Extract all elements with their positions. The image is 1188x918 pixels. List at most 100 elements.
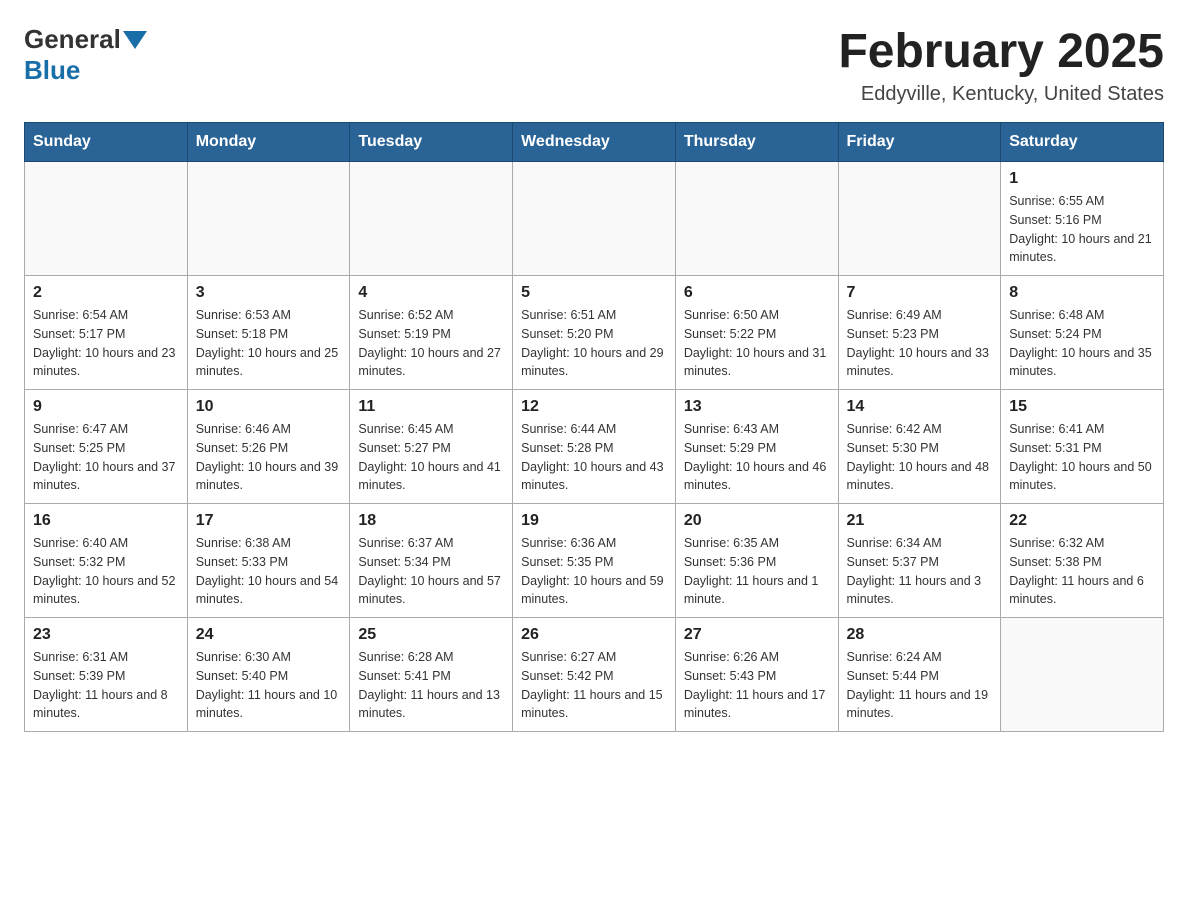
calendar-day-cell: 11 Sunrise: 6:45 AMSunset: 5:27 PMDayligh… [350, 390, 513, 504]
day-info: Sunrise: 6:45 AMSunset: 5:27 PMDaylight:… [358, 420, 504, 495]
day-number: 23 [33, 626, 179, 644]
day-number: 4 [358, 284, 504, 302]
calendar-day-cell: 24 Sunrise: 6:30 AMSunset: 5:40 PMDayligh… [187, 618, 350, 732]
calendar-week-row: 16 Sunrise: 6:40 AMSunset: 5:32 PMDayligh… [25, 504, 1164, 618]
calendar-day-cell [25, 162, 188, 276]
calendar-day-cell: 26 Sunrise: 6:27 AMSunset: 5:42 PMDayligh… [513, 618, 676, 732]
day-info: Sunrise: 6:42 AMSunset: 5:30 PMDaylight:… [847, 420, 993, 495]
day-info: Sunrise: 6:28 AMSunset: 5:41 PMDaylight:… [358, 648, 504, 723]
day-info: Sunrise: 6:36 AMSunset: 5:35 PMDaylight:… [521, 534, 667, 609]
calendar-day-cell: 18 Sunrise: 6:37 AMSunset: 5:34 PMDayligh… [350, 504, 513, 618]
day-info: Sunrise: 6:54 AMSunset: 5:17 PMDaylight:… [33, 306, 179, 381]
calendar-day-cell: 23 Sunrise: 6:31 AMSunset: 5:39 PMDayligh… [25, 618, 188, 732]
day-number: 24 [196, 626, 342, 644]
day-number: 26 [521, 626, 667, 644]
calendar-day-cell: 9 Sunrise: 6:47 AMSunset: 5:25 PMDaylight… [25, 390, 188, 504]
calendar-day-cell: 8 Sunrise: 6:48 AMSunset: 5:24 PMDaylight… [1001, 276, 1164, 390]
day-info: Sunrise: 6:52 AMSunset: 5:19 PMDaylight:… [358, 306, 504, 381]
calendar-day-cell: 12Sunrise: 6:44 AMSunset: 5:28 PMDayligh… [513, 390, 676, 504]
day-number: 8 [1009, 284, 1155, 302]
weekday-header: Wednesday [513, 123, 676, 162]
calendar-day-cell [1001, 618, 1164, 732]
day-info: Sunrise: 6:37 AMSunset: 5:34 PMDaylight:… [358, 534, 504, 609]
calendar-week-row: 23 Sunrise: 6:31 AMSunset: 5:39 PMDayligh… [25, 618, 1164, 732]
calendar-week-row: 1 Sunrise: 6:55 AMSunset: 5:16 PMDaylight… [25, 162, 1164, 276]
day-number: 11 [358, 398, 504, 416]
day-number: 28 [847, 626, 993, 644]
day-info: Sunrise: 6:35 AMSunset: 5:36 PMDaylight:… [684, 534, 830, 609]
day-info: Sunrise: 6:47 AMSunset: 5:25 PMDaylight:… [33, 420, 179, 495]
day-info: Sunrise: 6:27 AMSunset: 5:42 PMDaylight:… [521, 648, 667, 723]
day-number: 9 [33, 398, 179, 416]
day-info: Sunrise: 6:31 AMSunset: 5:39 PMDaylight:… [33, 648, 179, 723]
weekday-header: Tuesday [350, 123, 513, 162]
logo-blue-text: Blue [24, 55, 80, 85]
day-number: 16 [33, 512, 179, 530]
day-number: 3 [196, 284, 342, 302]
day-info: Sunrise: 6:43 AMSunset: 5:29 PMDaylight:… [684, 420, 830, 495]
day-number: 18 [358, 512, 504, 530]
weekday-header: Friday [838, 123, 1001, 162]
day-number: 5 [521, 284, 667, 302]
logo: General Blue [24, 24, 149, 86]
calendar-day-cell [187, 162, 350, 276]
day-number: 20 [684, 512, 830, 530]
calendar-day-cell: 21Sunrise: 6:34 AMSunset: 5:37 PMDayligh… [838, 504, 1001, 618]
day-number: 19 [521, 512, 667, 530]
calendar-day-cell: 1 Sunrise: 6:55 AMSunset: 5:16 PMDaylight… [1001, 162, 1164, 276]
day-info: Sunrise: 6:38 AMSunset: 5:33 PMDaylight:… [196, 534, 342, 609]
logo-triangle-icon [123, 31, 147, 49]
day-info: Sunrise: 6:48 AMSunset: 5:24 PMDaylight:… [1009, 306, 1155, 381]
day-info: Sunrise: 6:44 AMSunset: 5:28 PMDaylight:… [521, 420, 667, 495]
day-info: Sunrise: 6:34 AMSunset: 5:37 PMDaylight:… [847, 534, 993, 609]
day-number: 14 [847, 398, 993, 416]
calendar-day-cell: 28 Sunrise: 6:24 AMSunset: 5:44 PMDayligh… [838, 618, 1001, 732]
day-number: 6 [684, 284, 830, 302]
day-number: 1 [1009, 170, 1155, 188]
calendar-day-cell: 3 Sunrise: 6:53 AMSunset: 5:18 PMDaylight… [187, 276, 350, 390]
day-number: 17 [196, 512, 342, 530]
day-number: 2 [33, 284, 179, 302]
calendar-day-cell: 27 Sunrise: 6:26 AMSunset: 5:43 PMDayligh… [675, 618, 838, 732]
day-info: Sunrise: 6:51 AMSunset: 5:20 PMDaylight:… [521, 306, 667, 381]
calendar-day-cell: 10Sunrise: 6:46 AMSunset: 5:26 PMDayligh… [187, 390, 350, 504]
calendar-header-row: SundayMondayTuesdayWednesdayThursdayFrid… [25, 123, 1164, 162]
calendar-day-cell: 6 Sunrise: 6:50 AMSunset: 5:22 PMDaylight… [675, 276, 838, 390]
calendar-day-cell: 22Sunrise: 6:32 AMSunset: 5:38 PMDayligh… [1001, 504, 1164, 618]
weekday-header: Saturday [1001, 123, 1164, 162]
calendar-day-cell: 15 Sunrise: 6:41 AMSunset: 5:31 PMDayligh… [1001, 390, 1164, 504]
calendar-day-cell: 7 Sunrise: 6:49 AMSunset: 5:23 PMDaylight… [838, 276, 1001, 390]
weekday-header: Thursday [675, 123, 838, 162]
day-number: 22 [1009, 512, 1155, 530]
calendar-day-cell: 4 Sunrise: 6:52 AMSunset: 5:19 PMDaylight… [350, 276, 513, 390]
weekday-header: Sunday [25, 123, 188, 162]
calendar-day-cell: 20 Sunrise: 6:35 AMSunset: 5:36 PMDayligh… [675, 504, 838, 618]
day-number: 13 [684, 398, 830, 416]
day-number: 7 [847, 284, 993, 302]
day-number: 15 [1009, 398, 1155, 416]
day-info: Sunrise: 6:26 AMSunset: 5:43 PMDaylight:… [684, 648, 830, 723]
day-info: Sunrise: 6:50 AMSunset: 5:22 PMDaylight:… [684, 306, 830, 381]
calendar-table: SundayMondayTuesdayWednesdayThursdayFrid… [24, 122, 1164, 732]
day-info: Sunrise: 6:41 AMSunset: 5:31 PMDaylight:… [1009, 420, 1155, 495]
calendar-day-cell: 14 Sunrise: 6:42 AMSunset: 5:30 PMDayligh… [838, 390, 1001, 504]
day-info: Sunrise: 6:40 AMSunset: 5:32 PMDaylight:… [33, 534, 179, 609]
page-header: General Blue February 2025 Eddyville, Ke… [24, 24, 1164, 106]
weekday-header: Monday [187, 123, 350, 162]
day-info: Sunrise: 6:24 AMSunset: 5:44 PMDaylight:… [847, 648, 993, 723]
calendar-day-cell [350, 162, 513, 276]
day-number: 27 [684, 626, 830, 644]
subtitle: Eddyville, Kentucky, United States [838, 83, 1164, 106]
day-info: Sunrise: 6:53 AMSunset: 5:18 PMDaylight:… [196, 306, 342, 381]
day-number: 25 [358, 626, 504, 644]
calendar-day-cell: 25 Sunrise: 6:28 AMSunset: 5:41 PMDayligh… [350, 618, 513, 732]
day-info: Sunrise: 6:55 AMSunset: 5:16 PMDaylight:… [1009, 192, 1155, 267]
calendar-day-cell: 16 Sunrise: 6:40 AMSunset: 5:32 PMDayligh… [25, 504, 188, 618]
day-info: Sunrise: 6:30 AMSunset: 5:40 PMDaylight:… [196, 648, 342, 723]
calendar-day-cell [838, 162, 1001, 276]
logo-general-text: General [24, 24, 121, 55]
day-info: Sunrise: 6:49 AMSunset: 5:23 PMDaylight:… [847, 306, 993, 381]
main-title: February 2025 [838, 24, 1164, 79]
title-section: February 2025 Eddyville, Kentucky, Unite… [838, 24, 1164, 106]
calendar-week-row: 2 Sunrise: 6:54 AMSunset: 5:17 PMDaylight… [25, 276, 1164, 390]
